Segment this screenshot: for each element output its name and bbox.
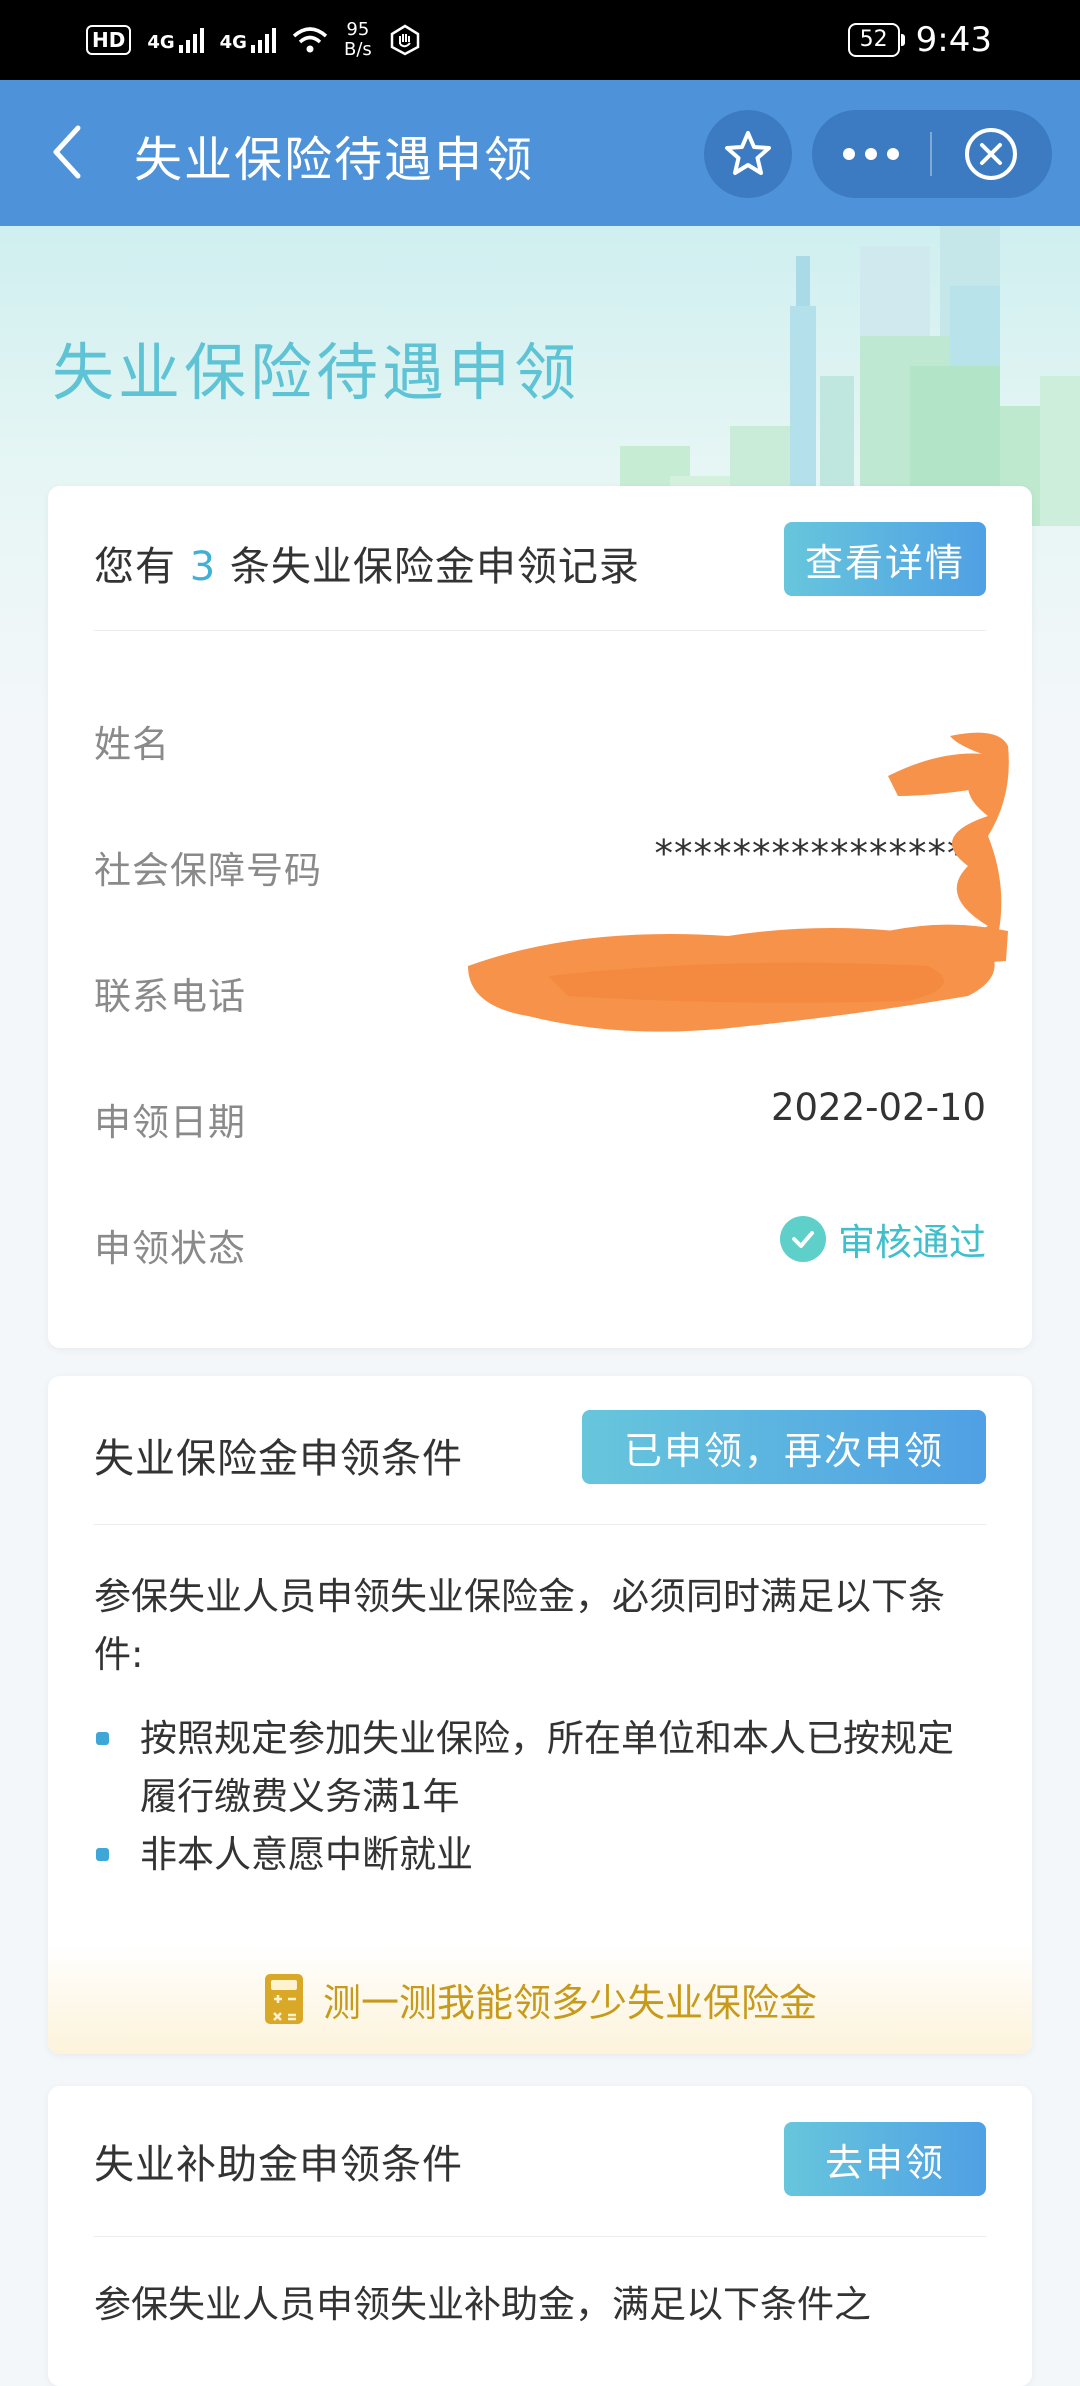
name-label: 姓名: [94, 723, 170, 766]
divider: [94, 630, 986, 631]
battery-icon: 52: [847, 23, 905, 57]
calculator-icon: [264, 1974, 303, 2024]
clock: 9:43: [915, 20, 992, 60]
ssn-label: 社会保障号码: [94, 849, 322, 892]
records-summary: 您有 3 条失业保险金申领记录: [94, 534, 640, 592]
signal-bars-icon: [250, 27, 276, 53]
status-bar: HD 4G 4G 95 B/s 52 9:43: [0, 0, 1080, 80]
hand-icon: [390, 24, 420, 56]
subsidy-intro: 参保失业人员申领失业补助金，满足以下条件之: [94, 2283, 871, 2326]
favorite-button[interactable]: [704, 110, 792, 198]
subsidy-title: 失业补助金申领条件: [94, 2142, 463, 2188]
star-icon: [725, 131, 771, 175]
records-count: 3: [189, 544, 217, 590]
divider: [94, 2236, 986, 2237]
list-item: 非本人意愿中断就业: [94, 1826, 986, 1884]
speed-unit: B/s: [343, 39, 372, 60]
apply-subsidy-button[interactable]: 去申领: [784, 2122, 986, 2196]
check-icon: [780, 1216, 826, 1262]
close-circle-icon: [965, 128, 1017, 180]
sim1-signal: 4G: [147, 27, 204, 53]
sim2-signal: 4G: [220, 27, 276, 53]
sim1-type: 4G: [147, 32, 175, 53]
hero-title: 失业保险待遇申领: [52, 336, 581, 409]
chevron-left-icon: [53, 125, 81, 179]
signal-bars-icon: [178, 27, 204, 53]
network-speed: 95 B/s: [344, 20, 372, 60]
redaction-mark: [468, 928, 995, 1032]
records-suffix: 条失业保险金申领记录: [229, 544, 640, 590]
status-label: 申领状态: [94, 1227, 246, 1270]
sim2-type: 4G: [219, 32, 247, 53]
bullet-icon: [96, 1848, 109, 1861]
status-right: 52 9:43: [847, 20, 992, 60]
miniapp-capsule: [812, 110, 1052, 198]
date-value: 2022-02-10: [770, 1086, 986, 1129]
calculator-link-text: 测一测我能领多少失业保险金: [322, 1980, 817, 2025]
benefit-intro: 参保失业人员申领失业保险金，必须同时满足以下条件:: [94, 1575, 945, 1676]
benefit-title: 失业保险金申领条件: [94, 1436, 463, 1482]
close-button[interactable]: [932, 110, 1050, 198]
city-skyline-illustration: [620, 226, 1080, 526]
status-left: HD 4G 4G 95 B/s: [86, 20, 422, 60]
nav-title: 失业保险待遇申领: [134, 132, 535, 188]
date-label: 申领日期: [94, 1101, 246, 1144]
benefit-conditions-card: 失业保险金申领条件 已申领，再次申领 参保失业人员申领失业保险金，必须同时满足以…: [48, 1376, 1032, 2054]
status-text: 审核通过: [838, 1221, 986, 1264]
subsidy-conditions-card: 失业补助金申领条件 去申领 参保失业人员申领失业补助金，满足以下条件之: [48, 2086, 1032, 2386]
reapply-button[interactable]: 已申领，再次申领: [582, 1410, 986, 1484]
records-prefix: 您有: [94, 544, 176, 590]
records-card: 您有 3 条失业保险金申领记录 查看详情 姓名 社会保障号码 *********…: [48, 486, 1032, 1348]
phone-label: 联系电话: [94, 975, 246, 1018]
list-item-text: 按照规定参加失业保险，所在单位和本人已按规定履行缴费义务满1年: [140, 1717, 954, 1818]
bullet-icon: [96, 1732, 109, 1745]
list-item: 按照规定参加失业保险，所在单位和本人已按规定履行缴费义务满1年: [94, 1710, 986, 1826]
speed-value: 95: [346, 19, 370, 40]
more-dots-icon: [843, 148, 899, 160]
nav-bar: 失业保险待遇申领: [0, 80, 1080, 226]
status-value: 审核通过: [780, 1212, 986, 1266]
hd-badge: HD: [86, 25, 132, 55]
view-details-button[interactable]: 查看详情: [784, 522, 986, 596]
list-item-text: 非本人意愿中断就业: [140, 1833, 473, 1876]
divider: [94, 1524, 986, 1525]
more-button[interactable]: [812, 110, 930, 198]
back-button[interactable]: [44, 122, 94, 182]
benefit-calculator-link[interactable]: 测一测我能领多少失业保险金: [48, 1944, 1032, 2054]
wifi-icon: [292, 27, 328, 53]
